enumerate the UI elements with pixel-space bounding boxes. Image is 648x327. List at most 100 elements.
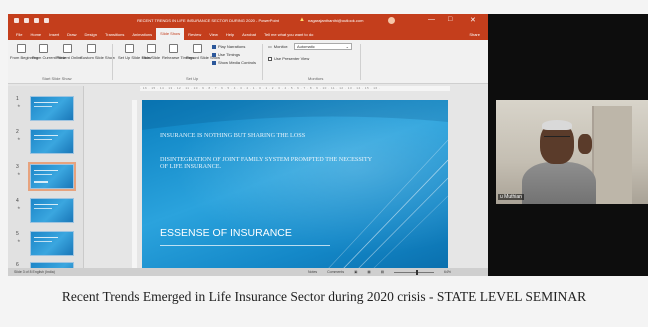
checkbox-icon — [212, 60, 216, 65]
group-monitors: Monitors — [308, 76, 324, 81]
record-slide-show-button[interactable]: Record Slide Show — [186, 44, 220, 60]
monitor-label: ▭ Monitor: — [268, 44, 289, 49]
zoom-handle[interactable] — [416, 269, 419, 275]
slideshow-icon — [16, 44, 26, 53]
share-button[interactable]: Share — [469, 32, 480, 37]
save-icon[interactable] — [14, 18, 19, 23]
tab-file[interactable]: File — [12, 32, 26, 37]
thumbnail-number: 1 — [16, 96, 19, 102]
notes-button[interactable]: Notes — [308, 270, 317, 274]
ribbon-divider — [360, 44, 361, 80]
hide-slide-icon — [146, 44, 156, 53]
chevron-down-icon: ⌄ — [345, 44, 349, 49]
slide-counter: Slide 3 of 8 English (India) — [14, 270, 55, 274]
group-start-slide-show: Start Slide Show — [42, 76, 72, 81]
from-beginning-button[interactable]: From Beginning — [10, 44, 38, 60]
tab-review[interactable]: Review — [184, 32, 205, 37]
group-set-up: Set Up — [186, 76, 199, 81]
custom-show-icon — [86, 44, 96, 53]
close-button[interactable]: ✕ — [470, 16, 476, 24]
show-media-controls-checkbox[interactable]: Show Media Controls — [212, 60, 256, 65]
room-door — [592, 106, 632, 204]
reading-view-icon[interactable]: ▤ — [381, 270, 384, 274]
set-up-slide-show-button[interactable]: Set Up Slide Show — [118, 44, 151, 60]
monitor-icon: ▭ — [268, 44, 272, 49]
slide-thumbnail[interactable] — [30, 198, 74, 223]
participant-video[interactable]: u Muthian — [496, 100, 648, 204]
participant-body — [522, 162, 596, 204]
use-timings-checkbox[interactable]: Use Timings — [212, 52, 240, 57]
slideshow-icon — [38, 44, 48, 53]
timer-icon — [168, 44, 178, 53]
participant-video-panel: u Muthian — [488, 14, 648, 276]
animation-star-icon: ★ — [17, 103, 21, 108]
undo-icon[interactable] — [24, 18, 29, 23]
participant-hair — [542, 120, 572, 130]
participant-name: u Muthian — [498, 194, 524, 200]
window-title: RECENT TRENDS IN LIFE INSURANCE SECTOR D… — [137, 18, 279, 23]
sorter-view-icon[interactable]: ▦ — [367, 270, 370, 274]
animation-star-icon: ★ — [17, 205, 21, 210]
slide-thumbnail[interactable] — [30, 96, 74, 121]
rehearse-timings-button[interactable]: Rehearse Timings — [162, 44, 194, 60]
tab-home[interactable]: Home — [26, 32, 45, 37]
setup-icon — [124, 44, 134, 53]
tab-view[interactable]: View — [205, 32, 222, 37]
checkbox-icon — [268, 56, 272, 61]
title-bar: RECENT TRENDS IN LIFE INSURANCE SECTOR D… — [8, 14, 488, 28]
tab-animations[interactable]: Animations — [128, 32, 156, 37]
ribbon-divider — [112, 44, 113, 80]
zoom-level[interactable]: 64% — [444, 270, 451, 274]
tab-acrobat[interactable]: Acrobat — [238, 32, 260, 37]
slide-bullet-2: DISINTEGRATION OF JOINT FAMILY SYSTEM PR… — [160, 156, 372, 170]
present-online-button[interactable]: Present Online — [56, 44, 82, 60]
play-narrations-checkbox[interactable]: Play Narrations — [212, 44, 245, 49]
checkbox-icon — [212, 44, 216, 49]
monitor-select[interactable]: Automatic ⌄ — [294, 43, 352, 50]
heading-underline — [160, 245, 330, 246]
ribbon-panel: From Beginning From Current Slide Presen… — [8, 40, 488, 84]
horizontal-ruler: · 16 · 15 · 14 · 13 · 12 · 11 · 10 · 9 ·… — [140, 86, 450, 91]
maximize-button[interactable]: □ — [448, 16, 452, 23]
animation-star-icon: ★ — [17, 171, 21, 176]
view-controls: Notes Comments ▣ ▦ ▤ 64% — [308, 269, 451, 275]
participant-hand — [578, 134, 592, 154]
use-presenter-view-checkbox[interactable]: Use Presenter View — [268, 56, 309, 61]
quick-access-toolbar — [14, 18, 49, 23]
checkbox-icon — [212, 52, 216, 57]
redo-icon[interactable] — [34, 18, 39, 23]
record-icon — [192, 44, 202, 53]
account-email[interactable]: nagarajanthanthi@outlook.com — [308, 18, 363, 23]
slide-thumbnail[interactable] — [30, 231, 74, 256]
animation-star-icon: ★ — [17, 238, 21, 243]
ribbon-divider — [262, 44, 263, 80]
powerpoint-window: RECENT TRENDS IN LIFE INSURANCE SECTOR D… — [8, 14, 488, 276]
thumbnail-number: 3 — [16, 164, 19, 170]
ribbon-tabs: File Home Insert Draw Design Transitions… — [8, 28, 488, 40]
slide-thumbnail-selected[interactable] — [28, 162, 76, 191]
avatar[interactable] — [388, 17, 395, 24]
tell-me-search[interactable]: Tell me what you want to do — [260, 32, 317, 37]
slide-bullet-1: INSURANCE IS NOTHING BUT SHARING THE LOS… — [160, 132, 306, 139]
tab-insert[interactable]: Insert — [45, 32, 63, 37]
screenshot-stage: RECENT TRENDS IN LIFE INSURANCE SECTOR D… — [0, 0, 648, 327]
hide-slide-button[interactable]: Hide Slide — [140, 44, 162, 60]
tab-design[interactable]: Design — [80, 32, 100, 37]
tab-slide-show[interactable]: Slide Show — [156, 28, 185, 40]
tab-transitions[interactable]: Transitions — [101, 32, 128, 37]
comments-button[interactable]: Comments — [327, 270, 344, 274]
zoom-slider[interactable] — [394, 269, 435, 275]
slide-heading: ESSENSE OF INSURANCE — [160, 227, 292, 239]
slide-thumbnail[interactable] — [30, 129, 74, 154]
normal-view-icon[interactable]: ▣ — [354, 270, 357, 274]
participant-glasses — [544, 136, 570, 141]
custom-slide-show-button[interactable]: Custom Slide Show — [80, 44, 115, 60]
minimize-button[interactable]: — — [428, 16, 435, 23]
tab-draw[interactable]: Draw — [63, 32, 80, 37]
tab-help[interactable]: Help — [222, 32, 238, 37]
slide-canvas[interactable]: INSURANCE IS NOTHING BUT SHARING THE LOS… — [142, 100, 448, 270]
from-current-slide-button[interactable]: From Current Slide — [32, 44, 66, 60]
warning-icon: ▲ — [299, 17, 305, 23]
thumbnail-number: 4 — [16, 198, 19, 204]
present-icon[interactable] — [44, 18, 49, 23]
